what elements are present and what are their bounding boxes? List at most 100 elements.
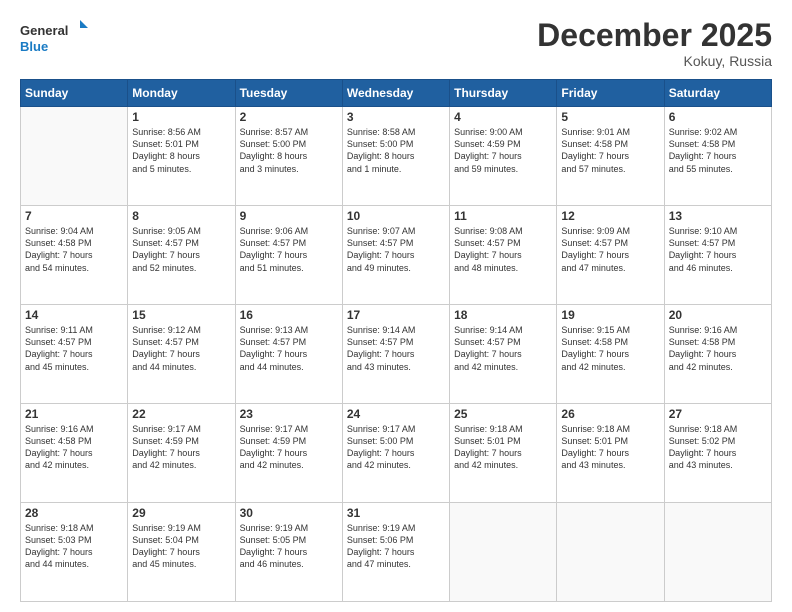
day-number: 20 <box>669 308 767 322</box>
day-info: Sunrise: 9:05 AMSunset: 4:57 PMDaylight:… <box>132 225 230 274</box>
day-number: 22 <box>132 407 230 421</box>
calendar-cell <box>557 503 664 602</box>
col-header-monday: Monday <box>128 80 235 107</box>
svg-text:General: General <box>20 23 68 38</box>
col-header-saturday: Saturday <box>664 80 771 107</box>
day-info: Sunrise: 9:18 AMSunset: 5:01 PMDaylight:… <box>561 423 659 472</box>
day-number: 12 <box>561 209 659 223</box>
title-block: December 2025 Kokuy, Russia <box>537 18 772 69</box>
day-info: Sunrise: 9:14 AMSunset: 4:57 PMDaylight:… <box>454 324 552 373</box>
day-number: 15 <box>132 308 230 322</box>
day-info: Sunrise: 9:19 AMSunset: 5:06 PMDaylight:… <box>347 522 445 571</box>
calendar-cell: 9Sunrise: 9:06 AMSunset: 4:57 PMDaylight… <box>235 206 342 305</box>
calendar-cell: 4 Sunrise: 9:00 AMSunset: 4:59 PMDaylight… <box>450 107 557 206</box>
calendar-cell: 16 Sunrise: 9:13 AMSunset: 4:57 PMDayligh… <box>235 305 342 404</box>
calendar-cell: 13 Sunrise: 9:10 AMSunset: 4:57 PMDayligh… <box>664 206 771 305</box>
day-number: 23 <box>240 407 338 421</box>
col-header-tuesday: Tuesday <box>235 80 342 107</box>
calendar-cell: 1 Sunrise: 8:56 AMSunset: 5:01 PMDaylight… <box>128 107 235 206</box>
week-row-5: 28Sunrise: 9:18 AMSunset: 5:03 PMDayligh… <box>21 503 772 602</box>
day-number: 7 <box>25 209 123 223</box>
day-info: Sunrise: 9:16 AMSunset: 4:58 PMDaylight:… <box>669 324 767 373</box>
day-info: Sunrise: 9:12 AMSunset: 4:57 PMDaylight:… <box>132 324 230 373</box>
day-info: Sunrise: 9:13 AMSunset: 4:57 PMDaylight:… <box>240 324 338 373</box>
page: General Blue December 2025 Kokuy, Russia… <box>0 0 792 612</box>
calendar-header-row: SundayMondayTuesdayWednesdayThursdayFrid… <box>21 80 772 107</box>
day-info: Sunrise: 9:00 AMSunset: 4:59 PMDaylight:… <box>454 126 552 175</box>
calendar-cell <box>664 503 771 602</box>
day-info: Sunrise: 9:18 AMSunset: 5:01 PMDaylight:… <box>454 423 552 472</box>
day-number: 31 <box>347 506 445 520</box>
day-info: Sunrise: 9:15 AMSunset: 4:58 PMDaylight:… <box>561 324 659 373</box>
calendar-cell: 30Sunrise: 9:19 AMSunset: 5:05 PMDayligh… <box>235 503 342 602</box>
calendar-cell: 8 Sunrise: 9:05 AMSunset: 4:57 PMDaylight… <box>128 206 235 305</box>
calendar-cell: 11Sunrise: 9:08 AMSunset: 4:57 PMDayligh… <box>450 206 557 305</box>
calendar-cell: 31 Sunrise: 9:19 AMSunset: 5:06 PMDayligh… <box>342 503 449 602</box>
day-number: 13 <box>669 209 767 223</box>
calendar-cell: 20 Sunrise: 9:16 AMSunset: 4:58 PMDayligh… <box>664 305 771 404</box>
day-info: Sunrise: 9:14 AMSunset: 4:57 PMDaylight:… <box>347 324 445 373</box>
day-info: Sunrise: 9:01 AMSunset: 4:58 PMDaylight:… <box>561 126 659 175</box>
day-info: Sunrise: 9:09 AMSunset: 4:57 PMDaylight:… <box>561 225 659 274</box>
col-header-friday: Friday <box>557 80 664 107</box>
week-row-3: 14 Sunrise: 9:11 AMSunset: 4:57 PMDayligh… <box>21 305 772 404</box>
day-number: 21 <box>25 407 123 421</box>
day-number: 27 <box>669 407 767 421</box>
day-number: 6 <box>669 110 767 124</box>
calendar-cell: 14 Sunrise: 9:11 AMSunset: 4:57 PMDayligh… <box>21 305 128 404</box>
calendar-cell: 28Sunrise: 9:18 AMSunset: 5:03 PMDayligh… <box>21 503 128 602</box>
calendar-cell: 17 Sunrise: 9:14 AMSunset: 4:57 PMDayligh… <box>342 305 449 404</box>
day-number: 25 <box>454 407 552 421</box>
calendar-cell: 10Sunrise: 9:07 AMSunset: 4:57 PMDayligh… <box>342 206 449 305</box>
calendar-cell: 23 Sunrise: 9:17 AMSunset: 4:59 PMDayligh… <box>235 404 342 503</box>
week-row-1: 1 Sunrise: 8:56 AMSunset: 5:01 PMDaylight… <box>21 107 772 206</box>
day-info: Sunrise: 8:56 AMSunset: 5:01 PMDaylight:… <box>132 126 230 175</box>
calendar-cell: 27 Sunrise: 9:18 AMSunset: 5:02 PMDayligh… <box>664 404 771 503</box>
day-number: 4 <box>454 110 552 124</box>
calendar-cell: 25 Sunrise: 9:18 AMSunset: 5:01 PMDayligh… <box>450 404 557 503</box>
calendar-cell: 21 Sunrise: 9:16 AMSunset: 4:58 PMDayligh… <box>21 404 128 503</box>
day-info: Sunrise: 9:18 AMSunset: 5:03 PMDaylight:… <box>25 522 123 571</box>
calendar-cell: 7Sunrise: 9:04 AMSunset: 4:58 PMDaylight… <box>21 206 128 305</box>
calendar-cell: 29Sunrise: 9:19 AMSunset: 5:04 PMDayligh… <box>128 503 235 602</box>
day-number: 18 <box>454 308 552 322</box>
day-info: Sunrise: 9:18 AMSunset: 5:02 PMDaylight:… <box>669 423 767 472</box>
day-number: 3 <box>347 110 445 124</box>
calendar-cell: 15 Sunrise: 9:12 AMSunset: 4:57 PMDayligh… <box>128 305 235 404</box>
logo-svg: General Blue <box>20 18 90 58</box>
calendar-cell: 18 Sunrise: 9:14 AMSunset: 4:57 PMDayligh… <box>450 305 557 404</box>
day-number: 26 <box>561 407 659 421</box>
day-number: 8 <box>132 209 230 223</box>
logo: General Blue <box>20 18 90 58</box>
day-number: 17 <box>347 308 445 322</box>
col-header-thursday: Thursday <box>450 80 557 107</box>
calendar-cell: 6 Sunrise: 9:02 AMSunset: 4:58 PMDaylight… <box>664 107 771 206</box>
day-number: 11 <box>454 209 552 223</box>
day-info: Sunrise: 9:11 AMSunset: 4:57 PMDaylight:… <box>25 324 123 373</box>
day-number: 14 <box>25 308 123 322</box>
day-info: Sunrise: 9:17 AMSunset: 4:59 PMDaylight:… <box>132 423 230 472</box>
calendar-cell: 3 Sunrise: 8:58 AMSunset: 5:00 PMDaylight… <box>342 107 449 206</box>
calendar-cell: 19Sunrise: 9:15 AMSunset: 4:58 PMDayligh… <box>557 305 664 404</box>
day-info: Sunrise: 8:58 AMSunset: 5:00 PMDaylight:… <box>347 126 445 175</box>
day-info: Sunrise: 9:16 AMSunset: 4:58 PMDaylight:… <box>25 423 123 472</box>
calendar-cell: 2Sunrise: 8:57 AMSunset: 5:00 PMDaylight… <box>235 107 342 206</box>
day-number: 16 <box>240 308 338 322</box>
day-number: 10 <box>347 209 445 223</box>
calendar-cell <box>21 107 128 206</box>
day-number: 30 <box>240 506 338 520</box>
day-number: 9 <box>240 209 338 223</box>
calendar-cell: 24Sunrise: 9:17 AMSunset: 5:00 PMDayligh… <box>342 404 449 503</box>
day-number: 5 <box>561 110 659 124</box>
calendar-cell: 22 Sunrise: 9:17 AMSunset: 4:59 PMDayligh… <box>128 404 235 503</box>
day-info: Sunrise: 9:10 AMSunset: 4:57 PMDaylight:… <box>669 225 767 274</box>
week-row-4: 21 Sunrise: 9:16 AMSunset: 4:58 PMDayligh… <box>21 404 772 503</box>
day-info: Sunrise: 9:17 AMSunset: 4:59 PMDaylight:… <box>240 423 338 472</box>
calendar-cell <box>450 503 557 602</box>
day-number: 1 <box>132 110 230 124</box>
header: General Blue December 2025 Kokuy, Russia <box>20 18 772 69</box>
calendar-cell: 12 Sunrise: 9:09 AMSunset: 4:57 PMDayligh… <box>557 206 664 305</box>
day-info: Sunrise: 9:02 AMSunset: 4:58 PMDaylight:… <box>669 126 767 175</box>
day-info: Sunrise: 9:17 AMSunset: 5:00 PMDaylight:… <box>347 423 445 472</box>
calendar-cell: 26 Sunrise: 9:18 AMSunset: 5:01 PMDayligh… <box>557 404 664 503</box>
